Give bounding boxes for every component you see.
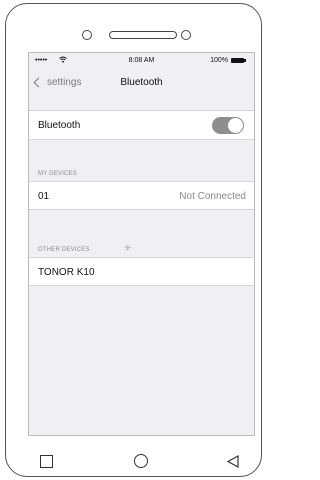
bluetooth-toggle[interactable]: [212, 117, 244, 134]
phone-frame: ••••• 8:08 AM 100% settings Bluetooth Bl…: [5, 3, 262, 477]
battery-tip: [244, 59, 246, 62]
screen: ••••• 8:08 AM 100% settings Bluetooth Bl…: [28, 52, 255, 436]
recent-apps-button[interactable]: [40, 455, 53, 468]
other-device-name: TONOR K10: [38, 267, 95, 278]
loading-spinner-icon: ✳: [124, 243, 132, 253]
my-devices-header: MY DEVICES: [38, 171, 77, 177]
bluetooth-label: Bluetooth: [38, 120, 81, 131]
sensor-icon: [181, 30, 191, 40]
back-triangle-icon: [226, 454, 239, 469]
device-name: 01: [38, 191, 50, 202]
status-bar: ••••• 8:08 AM 100%: [29, 53, 254, 69]
speaker-grille: [109, 31, 177, 39]
hardware-buttons: [6, 444, 261, 474]
home-button[interactable]: [134, 454, 148, 468]
other-devices-header: OTHER DEVICES: [38, 247, 90, 253]
navigation-bar: settings Bluetooth: [29, 71, 254, 93]
device-status: Not Connected: [179, 191, 246, 202]
front-camera-icon: [82, 30, 92, 40]
toggle-knob: [228, 118, 243, 133]
battery-percent: 100%: [210, 57, 228, 64]
page-title: Bluetooth: [120, 77, 163, 88]
back-triangle-button[interactable]: [226, 454, 239, 473]
bluetooth-row: Bluetooth: [29, 110, 254, 140]
other-device-row[interactable]: TONOR K10: [29, 257, 254, 286]
battery-icon: [231, 58, 244, 63]
device-row[interactable]: 01 Not Connected: [29, 181, 254, 210]
